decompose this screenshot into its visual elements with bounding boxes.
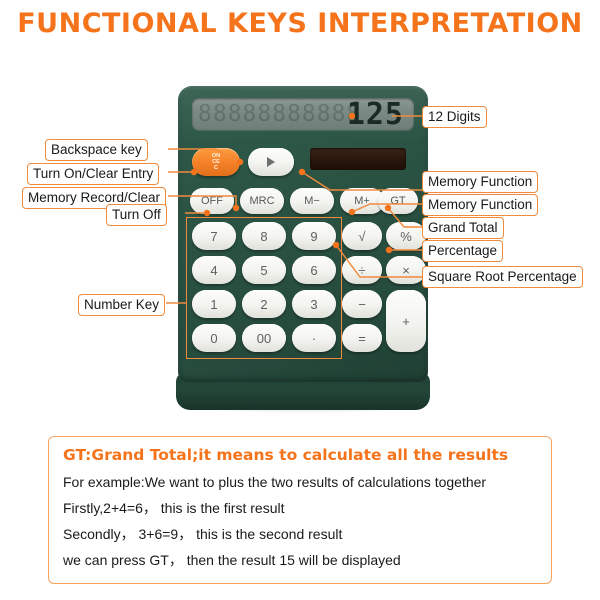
plus-key[interactable]: + — [386, 290, 426, 352]
calculator-body: 88888888888 125 ON CE C OFF MRC M− M+ GT… — [178, 86, 428, 382]
right-triangle-icon — [267, 157, 275, 167]
percent-key[interactable]: % — [386, 222, 426, 250]
callout-grand-total[interactable]: Grand Total — [422, 217, 504, 239]
page-title: FUNCTIONAL KEYS INTERPRETATION — [17, 8, 583, 39]
callout-memory-function-minus[interactable]: Memory Function — [422, 171, 539, 193]
off-key[interactable]: OFF — [190, 188, 234, 214]
minus-key[interactable]: − — [342, 290, 382, 318]
grand-total-key[interactable]: GT — [378, 188, 418, 214]
poster-root: FUNCTIONAL KEYS INTERPRETATION Backspace… — [0, 0, 600, 600]
lcd-value: 125 — [346, 98, 404, 130]
explanation-panel: GT:Grand Total;it means to calculate all… — [48, 436, 552, 584]
callout-turn-on-clear-entry[interactable]: Turn On/Clear Entry — [27, 163, 160, 185]
on-clear-entry-key[interactable]: ON CE C — [192, 148, 240, 176]
callout-backspace-key[interactable]: Backspace key — [45, 139, 148, 161]
callout-square-root-percentage[interactable]: Square Root Percentage — [422, 266, 583, 288]
lcd-display: 88888888888 125 — [192, 98, 414, 130]
callout-percentage[interactable]: Percentage — [422, 240, 504, 262]
on-clear-entry-sub2: C — [213, 165, 219, 171]
explanation-line-4: we can press GT， then the result 15 will… — [63, 552, 401, 568]
divide-key[interactable]: ÷ — [342, 256, 382, 284]
memory-recall-clear-key[interactable]: MRC — [240, 188, 284, 214]
multiply-key[interactable]: × — [386, 256, 426, 284]
backspace-key[interactable] — [248, 148, 294, 176]
callout-turn-off[interactable]: Turn Off — [106, 204, 167, 226]
callout-number-key[interactable]: Number Key — [78, 294, 166, 316]
callout-12-digits[interactable]: 12 Digits — [422, 106, 487, 128]
explanation-line-2: Firstly,2+4=6， this is the first result — [63, 500, 285, 516]
memory-minus-key[interactable]: M− — [290, 188, 334, 214]
explanation-line-1: For example:We want to plus the two resu… — [63, 474, 487, 490]
solar-panel — [310, 148, 406, 170]
explanation-heading: GT:Grand Total;it means to calculate all… — [63, 446, 509, 464]
number-key-zone — [186, 217, 342, 359]
explanation-line-3: Secondly， 3+6=9， this is the second resu… — [63, 526, 343, 542]
callout-memory-function-plus[interactable]: Memory Function — [422, 194, 539, 216]
square-root-key[interactable]: √ — [342, 222, 382, 250]
equals-key[interactable]: = — [342, 324, 382, 352]
